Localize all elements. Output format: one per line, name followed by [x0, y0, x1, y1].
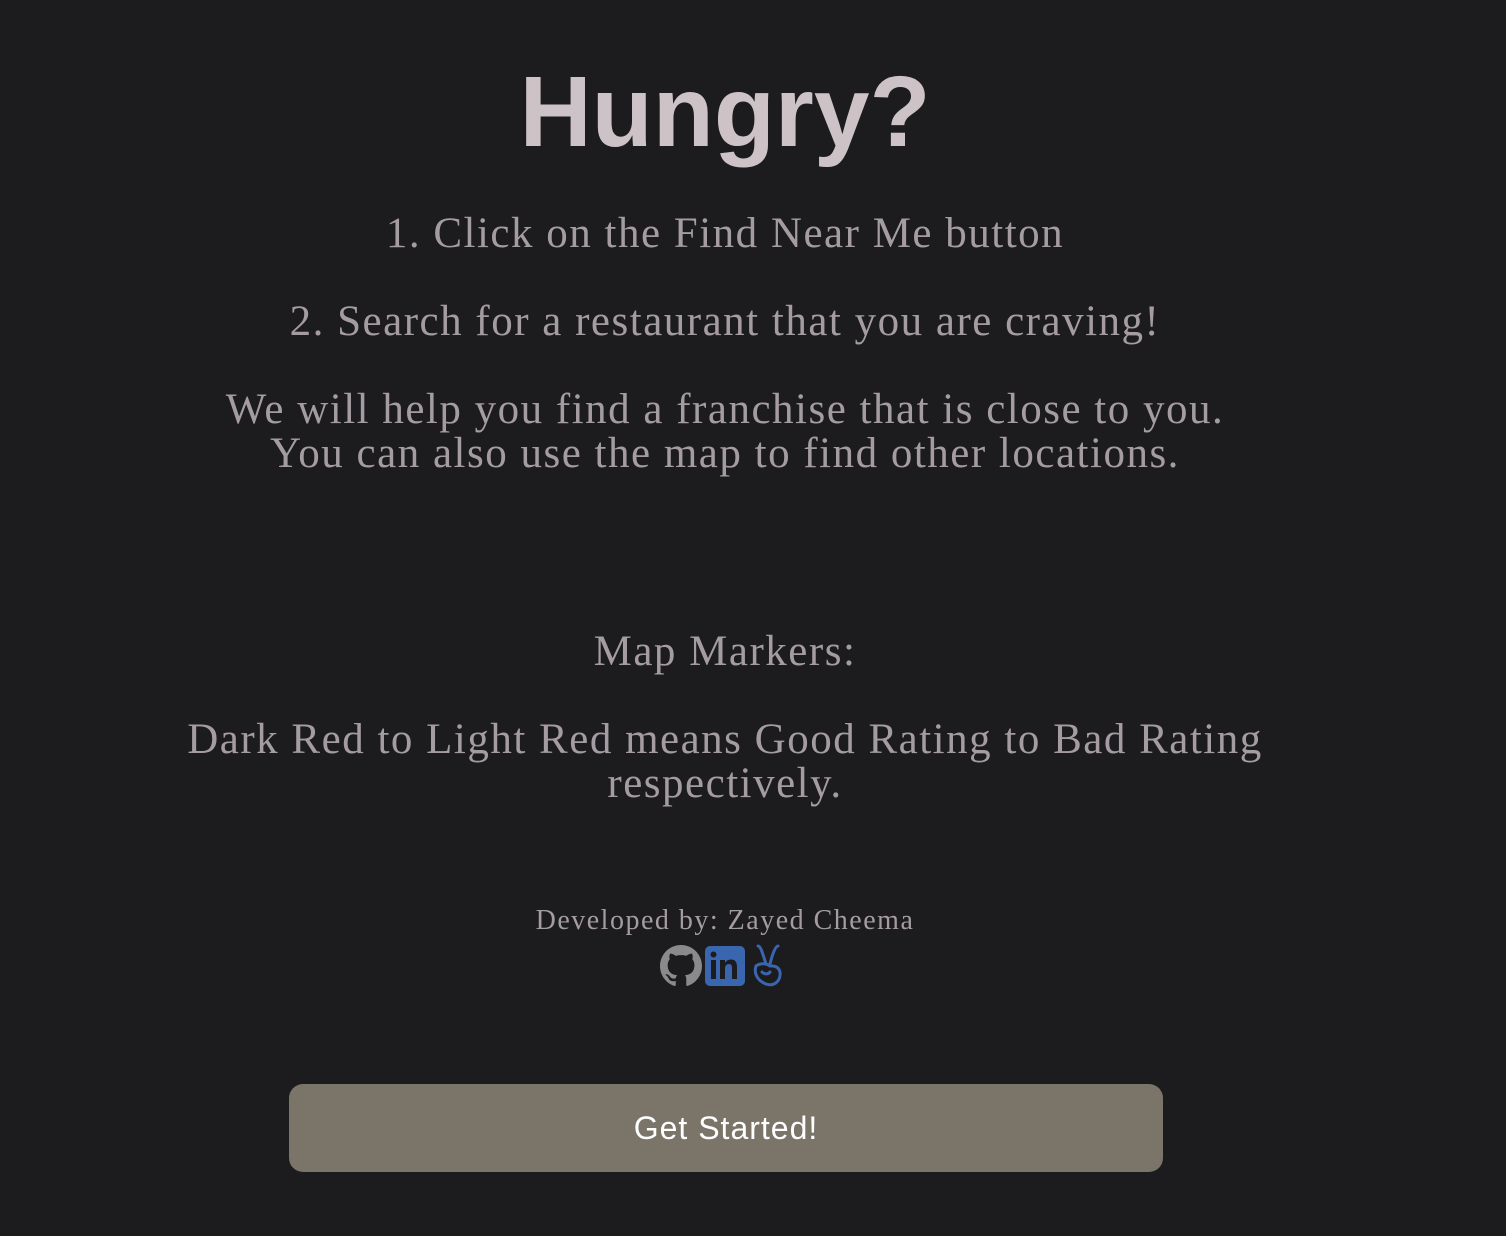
developer-credit: Developed by: Zayed Cheema	[535, 905, 915, 936]
github-link[interactable]	[660, 944, 702, 993]
angellist-link[interactable]	[748, 942, 788, 995]
instruction-step-1: 1. Click on the Find Near Me button	[385, 210, 1065, 257]
map-markers-heading: Map Markers:	[593, 628, 857, 675]
legend-line-1: Dark Red to Light Red means Good Rating …	[187, 716, 1263, 763]
map-markers-legend: Dark Red to Light Red means Good Rating …	[0, 718, 1450, 806]
github-icon	[660, 944, 702, 986]
legend-line-2: respectively.	[607, 760, 843, 807]
linkedin-link[interactable]	[704, 944, 746, 993]
linkedin-icon	[705, 945, 745, 986]
info-line-2: You can also use the map to find other l…	[270, 430, 1180, 477]
get-started-button[interactable]: Get Started!	[289, 1084, 1163, 1172]
landing-page: Hungry? 1. Click on the Find Near Me but…	[0, 0, 1506, 1236]
info-paragraph: We will help you find a franchise that i…	[0, 388, 1450, 476]
info-line-1: We will help you find a franchise that i…	[225, 386, 1225, 433]
instruction-step-2: 2. Search for a restaurant that you are …	[289, 298, 1161, 345]
page-title: Hungry?	[519, 56, 931, 168]
social-links	[660, 944, 788, 992]
angellist-icon	[753, 944, 782, 986]
